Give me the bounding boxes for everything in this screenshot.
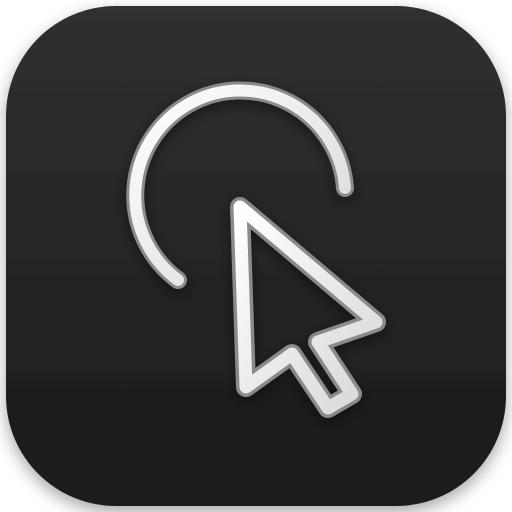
app-tile: [6, 6, 506, 506]
app-icon-canvas: [0, 0, 512, 512]
app-icon[interactable]: [0, 0, 512, 512]
